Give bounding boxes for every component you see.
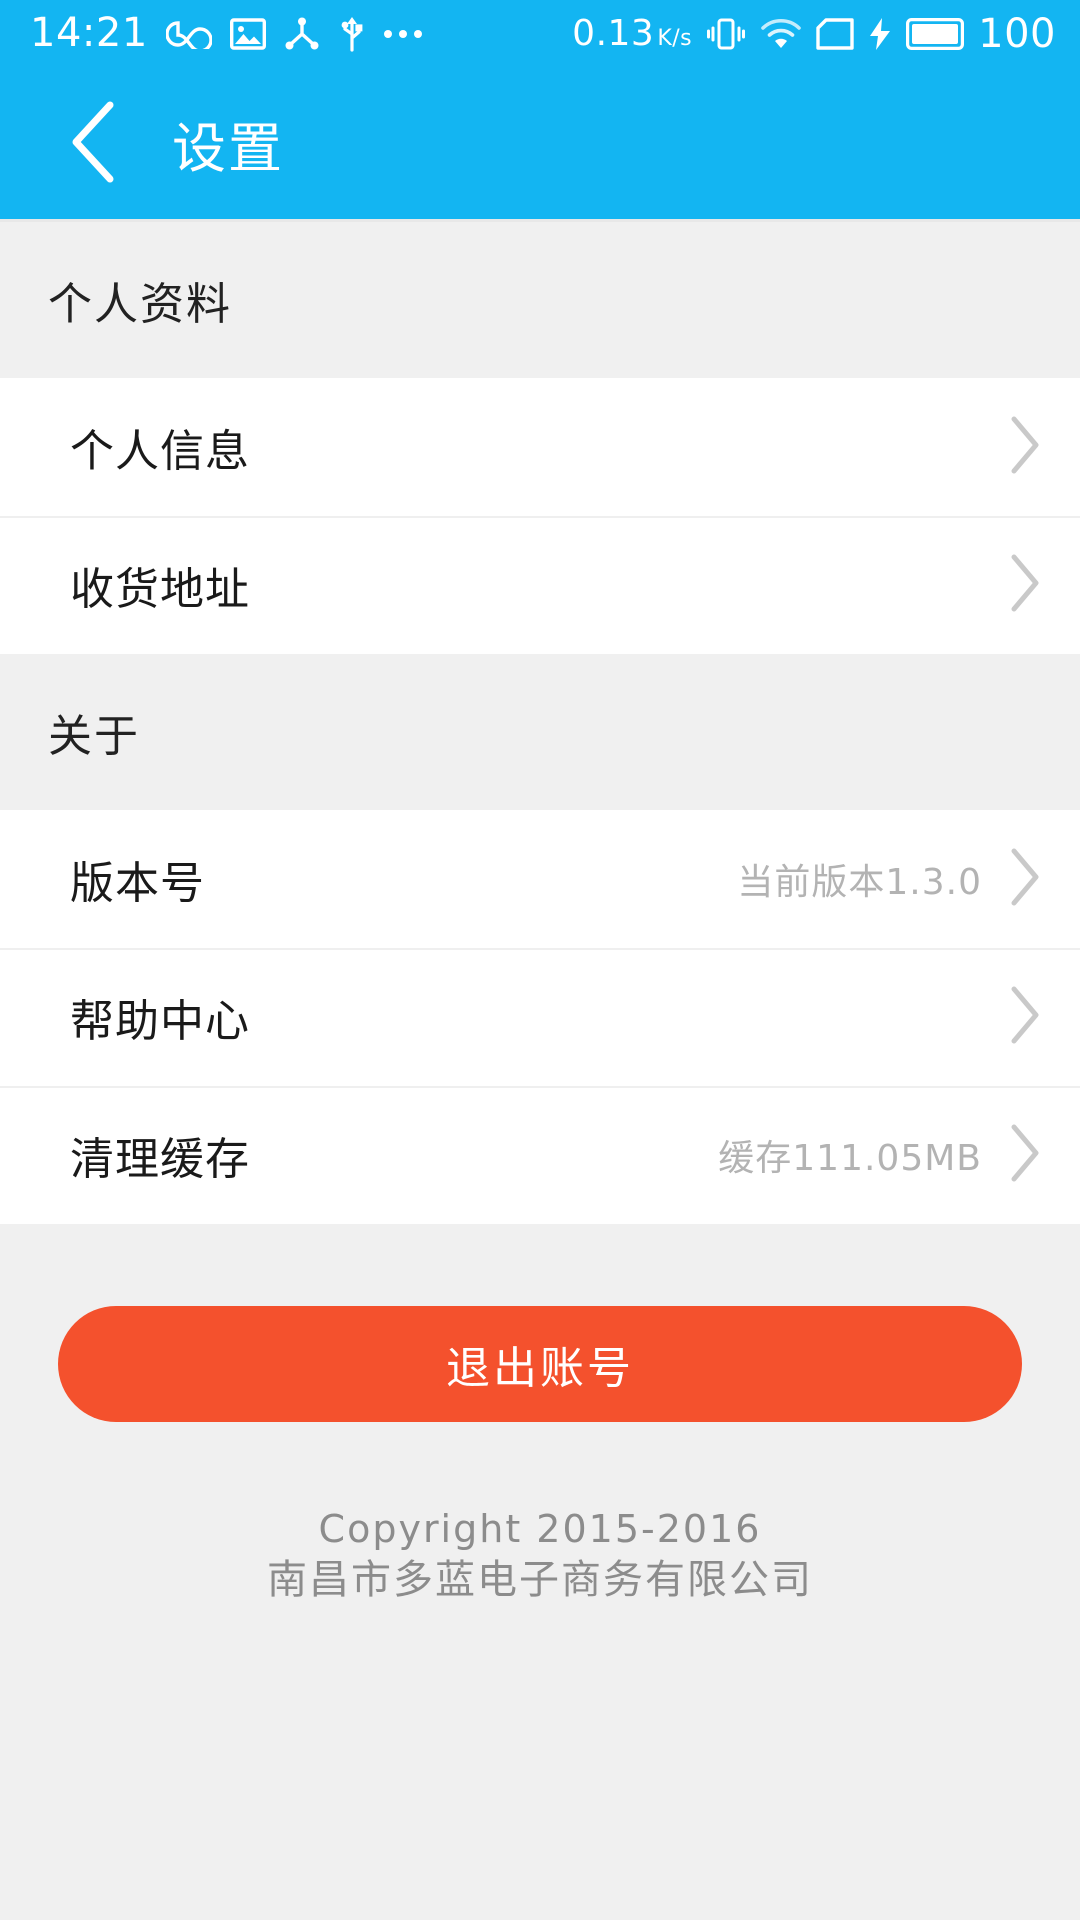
infinity-icon — [165, 19, 212, 49]
footer-company: 南昌市多蓝电子商务有限公司 — [267, 1557, 813, 1604]
vibrate-icon — [706, 17, 746, 51]
row-version[interactable]: 版本号 当前版本1.3.0 — [0, 810, 1080, 948]
section-card-profile: 个人信息 收货地址 — [0, 378, 1080, 654]
settings-page: 14:21 0.13 K/s 100 设置 个人资料 个人信息 收货地址 关于 … — [0, 0, 1080, 1920]
back-button[interactable] — [66, 99, 138, 189]
page-title: 设置 — [172, 117, 284, 180]
chevron-right-icon — [1006, 984, 1042, 1050]
status-time: 14:21 — [30, 10, 148, 56]
row-label: 版本号 — [70, 858, 205, 909]
wifi-icon — [760, 18, 802, 50]
sim-card-icon — [816, 18, 854, 50]
usb-icon — [338, 16, 366, 52]
logout-button[interactable]: 退出账号 — [58, 1306, 1022, 1422]
page-filler — [0, 1606, 1080, 1920]
row-shipping-address[interactable]: 收货地址 — [0, 516, 1080, 654]
row-label: 收货地址 — [70, 564, 250, 615]
chevron-right-icon — [1006, 552, 1042, 618]
footer: Copyright 2015-2016 南昌市多蓝电子商务有限公司 — [0, 1422, 1080, 1607]
title-bar: 设置 — [0, 68, 1080, 222]
chevron-right-icon — [1006, 414, 1042, 480]
status-bar-right: 0.13 K/s 100 — [572, 14, 1056, 54]
footer-copyright: Copyright 2015-2016 — [318, 1507, 762, 1551]
network-speed-value: 0.13 — [572, 13, 655, 54]
row-label: 清理缓存 — [70, 1134, 250, 1185]
chevron-left-icon — [66, 99, 120, 189]
row-label: 个人信息 — [70, 426, 250, 477]
section-card-about: 版本号 当前版本1.3.0 帮助中心 清理缓存 缓存111.05MB — [0, 810, 1080, 1224]
row-clear-cache[interactable]: 清理缓存 缓存111.05MB — [0, 1086, 1080, 1224]
row-help-center[interactable]: 帮助中心 — [0, 948, 1080, 1086]
row-value-version: 当前版本1.3.0 — [737, 862, 982, 903]
battery-icon — [906, 18, 965, 50]
share-nodes-icon — [284, 17, 320, 51]
status-bar-left: 14:21 — [30, 10, 422, 56]
row-value-cache-size: 缓存111.05MB — [718, 1138, 982, 1179]
network-speed: 0.13 K/s — [572, 16, 692, 52]
section-header-profile: 个人资料 — [0, 222, 1080, 378]
battery-percent: 100 — [978, 11, 1056, 57]
chevron-right-icon — [1006, 846, 1042, 912]
chevron-right-icon — [1006, 1122, 1042, 1188]
network-speed-unit: K/s — [657, 26, 693, 51]
row-personal-info[interactable]: 个人信息 — [0, 378, 1080, 516]
row-label: 帮助中心 — [70, 996, 250, 1047]
section-header-about: 关于 — [0, 654, 1080, 810]
status-bar: 14:21 0.13 K/s 100 — [0, 0, 1080, 68]
image-icon — [229, 18, 266, 50]
more-dots-icon — [383, 30, 422, 38]
charging-bolt-icon — [868, 17, 892, 51]
logout-container: 退出账号 — [0, 1224, 1080, 1422]
